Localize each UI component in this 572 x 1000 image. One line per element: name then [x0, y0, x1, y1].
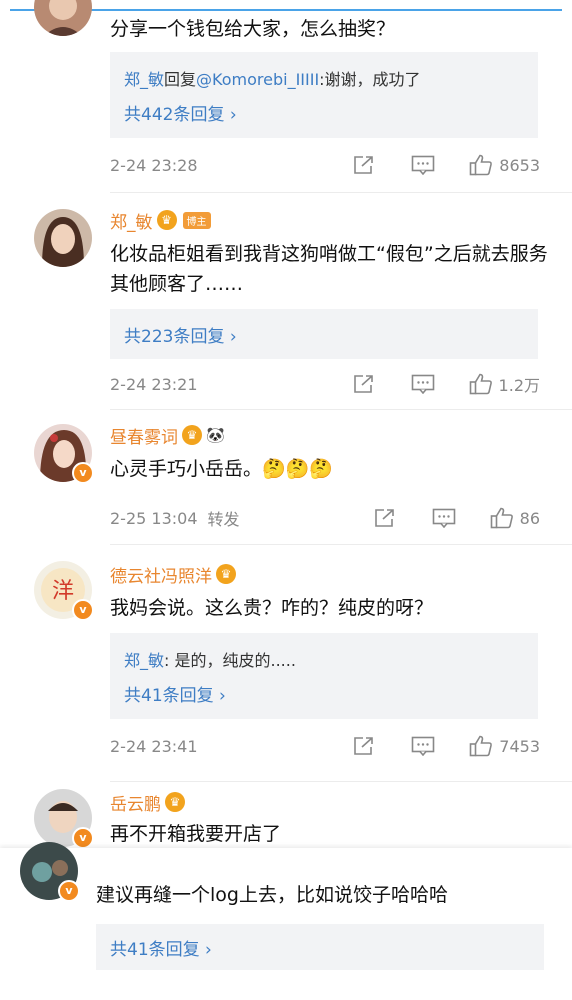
more-replies-link[interactable]: 共41条回复 ›	[110, 935, 212, 960]
panda-icon: 🐼	[206, 426, 225, 444]
comment-text: 化妆品柜姐看到我背这狗哨做工“假包”之后就去服务其他顾客了……	[110, 243, 548, 295]
comment-time: 2-24 23:28	[110, 155, 198, 175]
like-count: 86	[519, 508, 540, 528]
comment-button[interactable]	[411, 736, 435, 756]
comment-author[interactable]: 昼春雾词	[110, 423, 178, 448]
comment-button[interactable]	[411, 374, 435, 394]
avatar[interactable]: v	[34, 789, 94, 849]
comment-text: 建议再缝一个log上去，比如说饺子哈哈哈	[96, 884, 448, 906]
divider	[110, 192, 572, 193]
forward-link[interactable]: 转发	[208, 506, 240, 530]
comment-item: 洋 v 德云社冯照洋 ♛ 我妈会说。这么贵？咋的？纯皮的呀？ 郑_敏: 是的，纯…	[0, 545, 572, 785]
reply-preview-box[interactable]: 郑_敏回复@Komorebi_IIIII:谢谢，成功了 共442条回复 ›	[110, 52, 538, 138]
comment-text: 分享一个钱包给大家，怎么抽奖？	[110, 18, 396, 40]
svg-text:洋: 洋	[52, 579, 74, 604]
v-badge-icon: v	[72, 462, 94, 484]
blogger-badge: 博主	[182, 211, 211, 229]
share-button[interactable]	[353, 374, 375, 394]
comment-author[interactable]: 郑_敏	[110, 208, 153, 233]
comment-item: 郑_敏 ♛ 博主 化妆品柜姐看到我背这狗哨做工“假包”之后就去服务其他顾客了………	[0, 195, 572, 410]
comment-icon	[411, 736, 435, 756]
share-icon	[374, 509, 394, 527]
reply-mention[interactable]: @Komorebi_IIIII	[196, 70, 319, 89]
avatar-image	[34, 209, 92, 267]
comment-icon	[411, 374, 434, 394]
like-count: 1.2万	[498, 376, 540, 395]
like-count: 8653	[499, 155, 540, 175]
thumb-up-icon	[469, 154, 493, 176]
like-button[interactable]: 86	[490, 507, 540, 529]
avatar[interactable]: v	[20, 842, 80, 902]
crown-icon: ♛	[165, 792, 185, 812]
reply-content: :谢谢，成功了	[319, 70, 421, 89]
like-button[interactable]: 8653	[469, 154, 540, 176]
comment-author[interactable]: 岳云鹏	[110, 790, 161, 815]
share-button[interactable]	[353, 736, 375, 756]
avatar-image	[34, 0, 92, 36]
avatar[interactable]: v	[34, 424, 94, 484]
reply-author[interactable]: 郑_敏	[124, 70, 164, 89]
reply-preview-box[interactable]: 共223条回复 ›	[110, 309, 538, 359]
share-button[interactable]	[374, 508, 396, 528]
thumb-up-icon	[469, 373, 492, 395]
comment-button[interactable]	[411, 155, 435, 175]
v-badge-icon: v	[58, 880, 80, 902]
crown-icon: ♛	[156, 210, 177, 230]
reply-verb: 回复	[164, 70, 197, 89]
comment-time: 2-24 23:41	[110, 736, 198, 756]
share-icon	[353, 375, 373, 393]
v-badge-icon: v	[72, 827, 94, 849]
crown-icon: ♛	[182, 425, 202, 445]
reply-content: : 是的，纯皮的.....	[164, 651, 296, 670]
like-button[interactable]: 7453	[469, 735, 540, 757]
share-button[interactable]	[353, 155, 375, 175]
share-icon	[354, 156, 374, 174]
comment-author[interactable]: 德云社冯照洋	[110, 562, 212, 587]
more-replies-link[interactable]: 共223条回复 ›	[124, 322, 237, 347]
comment-item: v 岳云鹏 ♛ 再不开箱我要开店了	[0, 781, 572, 849]
comment-icon	[432, 508, 455, 528]
comment-text: 心灵手巧小岳岳。🤔🤔🤔	[110, 458, 333, 480]
avatar[interactable]	[34, 0, 92, 36]
comment-text: 我妈会说。这么贵？咋的？纯皮的呀？	[110, 597, 434, 619]
like-count: 7453	[499, 736, 540, 756]
more-replies-link[interactable]: 共41条回复 ›	[124, 681, 226, 706]
comment-time: 2-25 13:04	[110, 508, 198, 528]
comment-item: 分享一个钱包给大家，怎么抽奖？ 郑_敏回复@Komorebi_IIIII:谢谢，…	[0, 0, 572, 195]
more-replies-link[interactable]: 共442条回复 ›	[124, 100, 237, 125]
comment-time: 2-24 23:21	[110, 374, 198, 394]
v-badge-icon: v	[72, 599, 94, 621]
like-button[interactable]: 1.2万	[469, 372, 540, 396]
thumb-up-icon	[490, 507, 513, 529]
avatar[interactable]	[34, 209, 92, 267]
reply-preview-box[interactable]: 郑_敏: 是的，纯皮的..... 共41条回复 ›	[110, 633, 538, 719]
comment-item: v 昼春雾词 ♛ 🐼 心灵手巧小岳岳。🤔🤔🤔 2-25 13:04 转发 86	[0, 410, 572, 545]
avatar[interactable]: 洋 v	[34, 561, 94, 621]
second-screenshot-strip: v 建议再缝一个log上去，比如说饺子哈哈哈 共41条回复 ›	[0, 842, 572, 1000]
comment-button[interactable]	[432, 508, 456, 528]
comment-text: 再不开箱我要开店了	[110, 823, 282, 845]
reply-preview-box[interactable]: 共41条回复 ›	[96, 924, 544, 970]
comment-icon	[411, 155, 435, 175]
thumb-up-icon	[469, 735, 493, 757]
reply-author[interactable]: 郑_敏	[124, 651, 164, 670]
crown-icon: ♛	[216, 564, 236, 584]
share-icon	[354, 737, 374, 755]
